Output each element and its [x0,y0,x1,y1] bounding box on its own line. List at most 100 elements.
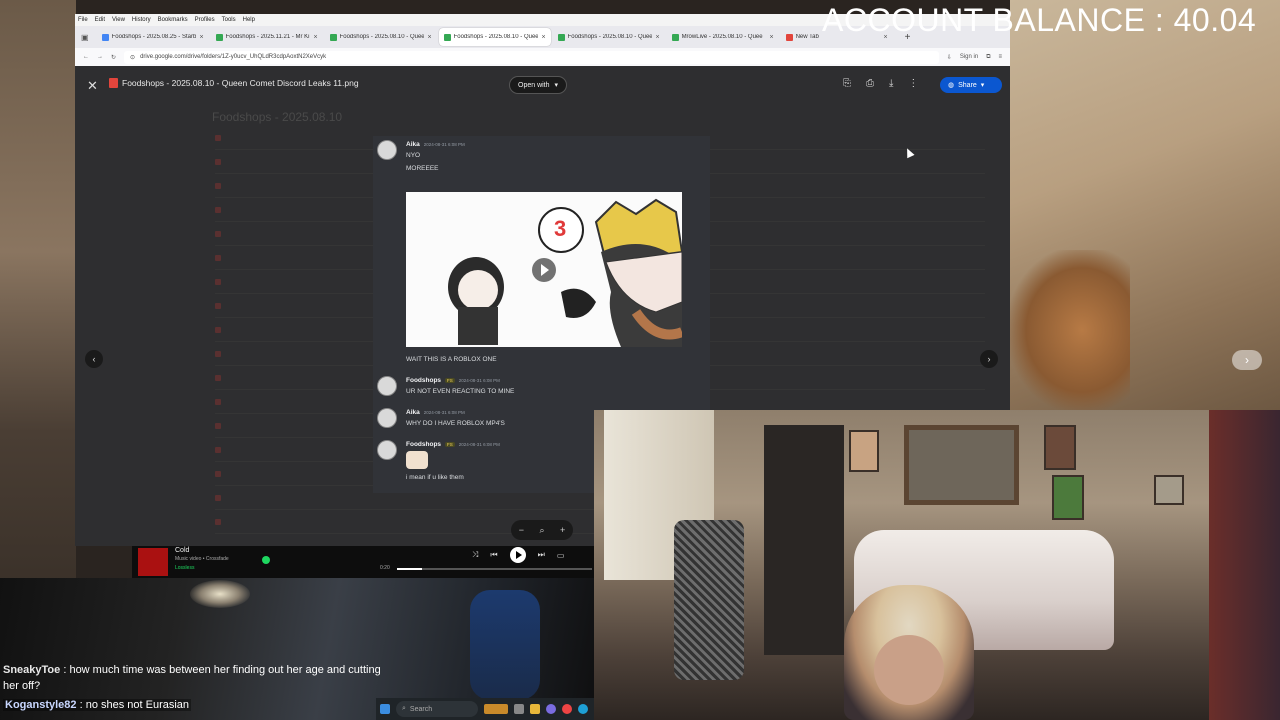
menu-item-file[interactable]: File [78,17,88,23]
previous-track-icon[interactable]: ⏮ [490,550,497,560]
menu-item-help[interactable]: Help [243,17,255,23]
file-type-icon [215,230,221,237]
previous-arrow-icon[interactable]: ‹ [85,350,103,368]
url-bar: ← → ↻ ⊙ drive.google.com/drive/folders/1… [75,48,1010,66]
progress-bar[interactable] [397,568,592,570]
account-balance: ACCOUNT BALANCE : 40.04 [822,2,1257,38]
browser-tab[interactable]: Foodshops - 2025.11.21 - Mr Ki × [211,28,323,46]
downloads-icon[interactable]: ⇩ [947,54,952,61]
browser-tab[interactable]: Foodshops - 2025.08.25 - Starb × [97,28,209,46]
play-icon[interactable] [532,258,556,282]
address-field[interactable]: ⊙ drive.google.com/drive/folders/1Z-y0uc… [124,50,939,64]
room-mirror [904,425,1019,505]
room-shelf [764,425,844,655]
edge-icon[interactable] [578,704,588,714]
task-view-icon[interactable] [514,704,524,714]
tab-label: New Tab [795,34,819,40]
windows-start-icon[interactable] [380,704,390,714]
play-button[interactable] [509,547,526,563]
progress-fill [397,568,423,570]
add-shortcut-icon[interactable]: ⎘ [843,78,851,89]
video-embed: 3 [406,192,682,347]
tab-overview-icon[interactable]: ▣ [81,33,89,42]
file-type-icon [215,470,221,477]
download-icon[interactable]: ⤓ [889,78,893,89]
sign-in-button[interactable]: Sign in [960,54,978,60]
room-poster [1154,475,1184,505]
file-type-icon [215,326,221,333]
liked-check-icon[interactable] [262,556,270,564]
next-arrow-icon[interactable]: › [980,350,998,368]
zoom-in-icon[interactable]: + [560,525,565,535]
room-poster [1044,425,1076,470]
menu-item-history[interactable]: History [132,17,151,23]
message-username: Aika [406,409,420,416]
tab-favicon-icon [785,33,793,41]
streamer-face [874,635,944,705]
chevron-down-icon: ▾ [554,82,559,89]
chrome-icon[interactable] [562,704,572,714]
taskbar-app-icon[interactable] [484,704,508,714]
copilot-icon[interactable] [546,704,556,714]
menu-item-edit[interactable]: Edit [95,17,105,23]
close-icon[interactable]: ✕ [87,78,98,94]
message-timestamp: 2024-08-31 6:08 PM [458,378,500,383]
message-timestamp: 2024-08-31 6:08 PM [423,142,465,147]
reload-icon[interactable]: ↻ [111,54,116,61]
tab-favicon-icon [329,33,337,41]
file-title: Foodshops - 2025.08.10 - Queen Comet Dis… [122,78,359,88]
file-explorer-icon[interactable] [530,704,540,714]
tab-close-icon[interactable]: × [541,34,545,41]
tab-favicon-icon [101,33,109,41]
menu-icon[interactable]: ≡ [998,54,1002,60]
message-username: Foodshops [406,441,442,448]
tab-close-icon[interactable]: × [769,34,773,41]
menu-item-profiles[interactable]: Profiles [195,17,215,23]
taskbar: ⌕ Search [376,698,594,720]
zoom-icon[interactable]: ⌕ [539,525,544,536]
avatar [377,376,397,396]
tab-label: Foodshops - 2025.11.21 - Mr Ki [225,34,310,40]
tab-label: Foodshops - 2025.08.25 - Starb [111,34,197,40]
file-type-icon [215,494,221,501]
browser-tab[interactable]: Foodshops - 2025.08.10 - Quee × [553,28,665,46]
avatar [377,140,397,160]
tab-close-icon[interactable]: × [199,34,203,41]
webcam-room [594,410,1280,720]
search-icon: ⌕ [402,705,406,712]
shuffle-icon[interactable]: ⤨ [472,550,478,560]
zoom-out-icon[interactable]: − [519,525,524,535]
menu-item-view[interactable]: View [112,17,125,23]
next-track-icon[interactable]: ⏭ [538,550,545,560]
browser-tab[interactable]: Foodshops - 2025.08.10 - Quee × [325,28,437,46]
elapsed-time: 0:20 [380,565,390,571]
more-options-icon[interactable]: ⋮ [908,78,918,89]
chat-message: Koganstyle82 : no shes not Eurasian [3,699,192,711]
extensions-icon[interactable]: ⧉ [986,54,990,61]
miniplayer-icon[interactable]: ▭ [557,551,565,560]
tab-label: Foodshops - 2025.08.10 - Quee [453,34,539,40]
taskbar-search[interactable]: ⌕ Search [396,701,478,717]
tab-close-icon[interactable]: × [427,34,431,41]
avatar [377,440,397,460]
menu-item-tools[interactable]: Tools [222,17,236,23]
print-icon[interactable]: ⎙ [866,78,874,89]
forward-icon[interactable]: → [97,54,103,60]
tab-close-icon[interactable]: × [313,34,317,41]
open-with-button[interactable]: Open with ▾ [509,76,568,94]
tab-label: MrowLive - 2025.08.10 - Quee [681,34,763,40]
viewer-toolbar: ✕ Foodshops - 2025.08.10 - Queen Comet D… [75,66,1010,104]
menu-item-bookmarks[interactable]: Bookmarks [158,17,188,23]
site-info-icon[interactable]: ⊙ [130,54,135,61]
browser-tab[interactable]: MrowLive - 2025.08.10 - Quee × [667,28,779,46]
browser-tab[interactable]: Foodshops - 2025.08.10 - Quee × [438,28,551,46]
message-text: NYO [406,152,421,159]
webcam-light [190,580,250,608]
back-icon[interactable]: ← [83,54,89,60]
drive-folder-title: Foodshops - 2025.08.10 [212,110,343,124]
song-quality: Lossless [175,565,195,571]
tab-close-icon[interactable]: × [655,34,659,41]
tab-label: Foodshops - 2025.08.10 - Quee [567,34,653,40]
embed-number: 3 [554,216,567,241]
share-button[interactable]: ◍ Share ▾ [940,77,1002,93]
